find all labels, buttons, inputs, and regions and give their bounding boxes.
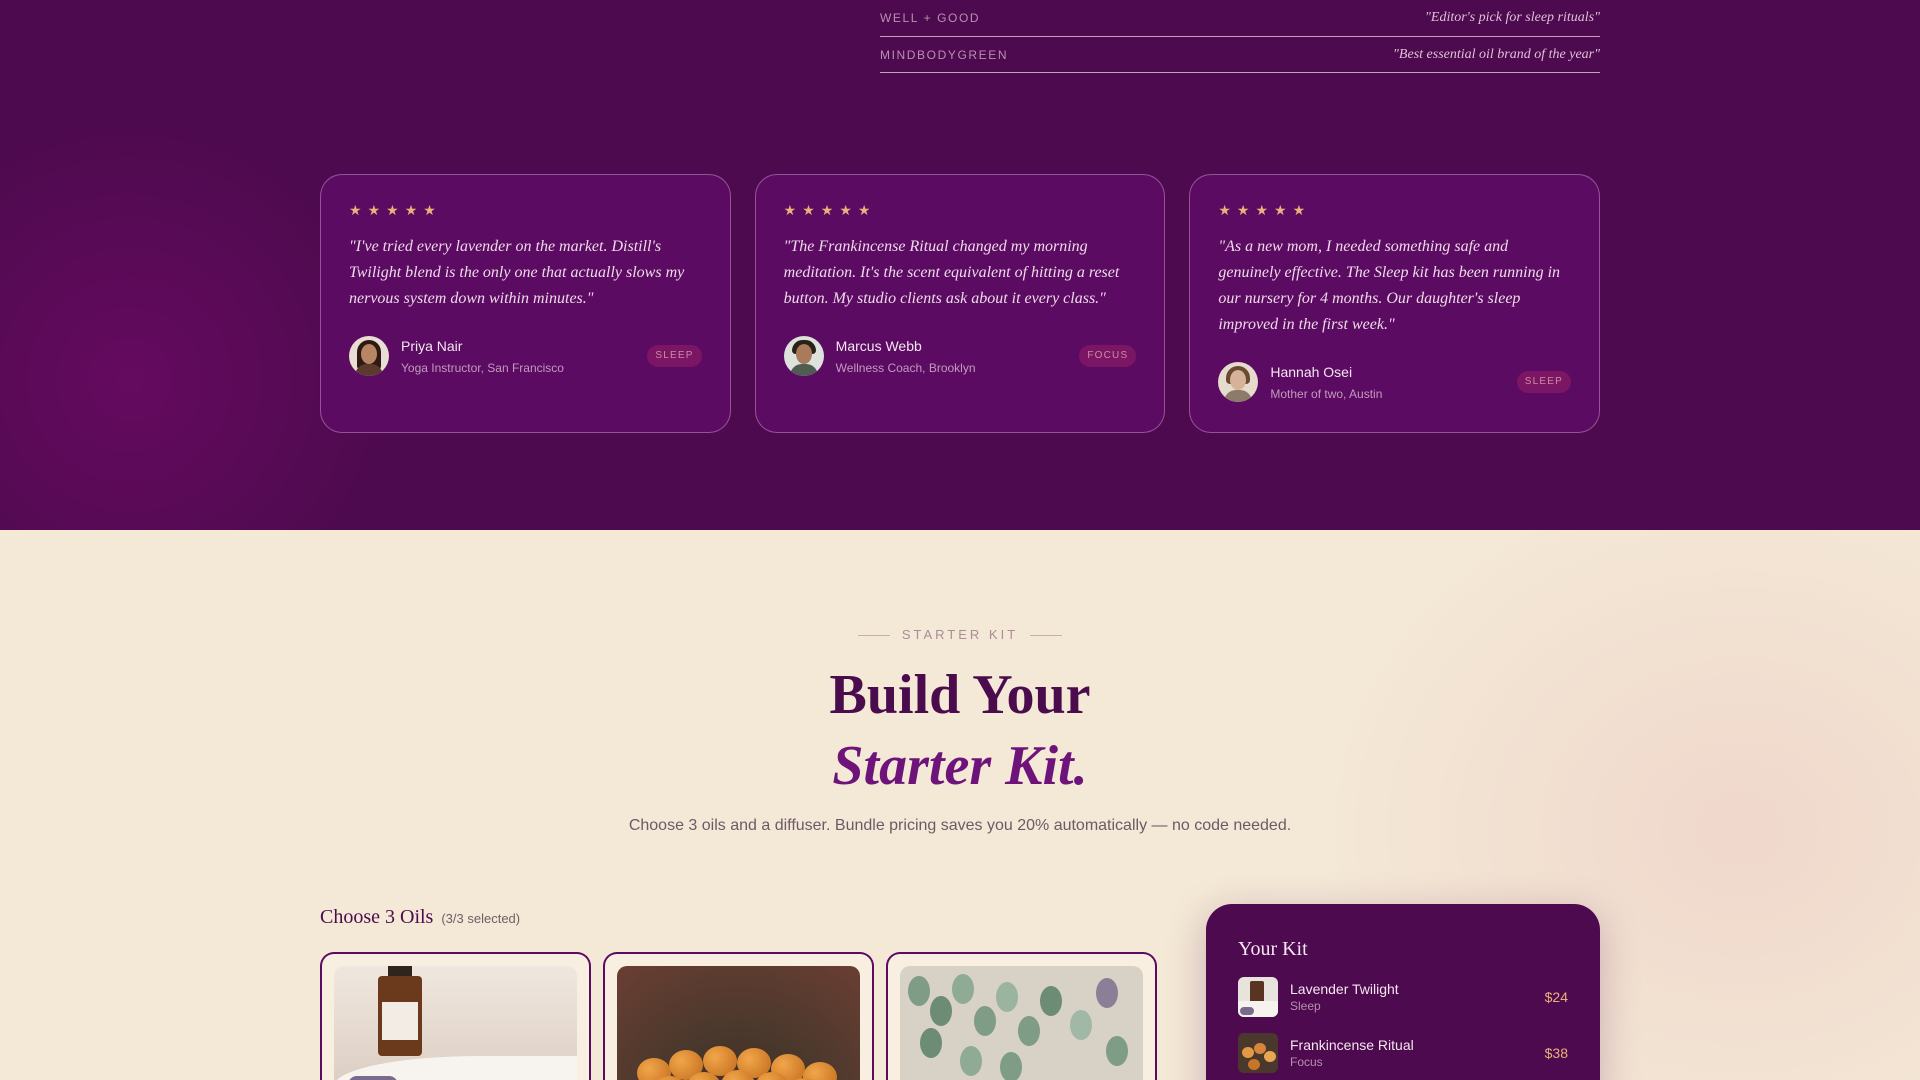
star-icon: ★ [1218,202,1231,218]
star-icon: ★ [1255,202,1269,218]
kit-title: Your Kit [1238,938,1308,960]
review-text: "The Frankincense Ritual changed my morn… [783,238,1120,307]
kit-item-name: Frankincense Ritual [1290,1037,1414,1053]
section-lede: Choose 3 oils and a diffuser. Bundle pri… [628,817,1292,834]
star-rating: ★ ★ ★ ★ ★ [349,202,702,218]
avatar [783,336,824,376]
kit-item-category: Focus [1290,1055,1323,1069]
star-icon: ★ [423,202,436,218]
avatar [1218,362,1259,402]
kit-item-name: Lavender Twilight [1290,981,1399,997]
star-icon: ★ [820,202,834,218]
oil-card-lavender[interactable] [320,952,591,1080]
reviewer-name: Hannah Osei [1270,363,1353,380]
kit-item: Frankincense Ritual Focus $38 [1238,1033,1568,1073]
reviewer-role: Yoga Instructor, San Francisco [401,360,564,375]
kit-item: Lavender Twilight Sleep $24 [1238,977,1568,1017]
divider [1030,635,1063,637]
oil-image [617,966,860,1080]
reviewer-role: Mother of two, Austin [1270,386,1383,401]
reviewer-name: Marcus Webb [835,337,922,354]
reviewer: Marcus Webb Wellness Coach, Brooklyn FOC… [783,336,1137,376]
star-rating: ★ ★ ★ ★ ★ [1218,202,1571,218]
kit-item-price: $38 [1544,1045,1568,1061]
oil-card-frankincense[interactable] [603,952,874,1080]
your-kit-panel: Your Kit Lavender Twilight Sleep $24 Fra… [1206,904,1600,1080]
kit-item-thumbnail [1238,1033,1278,1073]
category-tag: FOCUS [1079,345,1137,367]
star-icon: ★ [802,202,815,218]
press-source: WELL + GOOD [880,11,981,25]
starter-kit-section: STARTER KIT Build Your Starter Kit. Choo… [0,530,1920,1080]
press-list: WELL + GOOD "Editor's pick for sleep rit… [880,0,1600,73]
star-icon: ★ [386,202,399,218]
reviewer-role: Wellness Coach, Brooklyn [835,360,976,375]
kit-item-category: Sleep [1290,999,1321,1013]
press-quote: "Editor's pick for sleep rituals" [1425,10,1600,25]
section-eyebrow: STARTER KIT [0,627,1920,642]
review-cards: ★ ★ ★ ★ ★ "I've tried every lavender on the … [320,174,1601,433]
star-icon: ★ [839,202,852,218]
oil-image [900,966,1143,1080]
review-card: ★ ★ ★ ★ ★ "The Frankincense Ritual changed m… [754,174,1166,433]
review-card: ★ ★ ★ ★ ★ "As a new mom, I needed something … [1189,174,1601,433]
star-icon: ★ [783,202,797,218]
category-tag: SLEEP [1516,371,1572,393]
review-text: "As a new mom, I needed something safe a… [1218,238,1561,333]
star-icon: ★ [349,202,362,218]
oil-card-grid [320,952,1157,1080]
press-row: WELL + GOOD "Editor's pick for sleep rit… [880,0,1600,37]
selected-count: (3/3 selected) [441,911,521,926]
category-tag: SLEEP [647,345,702,367]
star-rating: ★ ★ ★ ★ ★ [784,202,1137,218]
choose-oils-header: Choose 3 Oils (3/3 selected) [320,906,520,929]
avatar [349,336,389,376]
kit-item-price: $24 [1544,989,1568,1005]
kit-item-thumbnail [1238,977,1278,1017]
star-icon: ★ [1236,202,1250,218]
press-source: MINDBODYGREEN [880,47,1009,62]
review-card: ★ ★ ★ ★ ★ "I've tried every lavender on the … [320,174,731,433]
review-text: "I've tried every lavender on the market… [349,238,685,307]
divider [857,635,890,637]
press-row: MINDBODYGREEN "Best essential oil brand … [880,37,1600,73]
section-heading: Build Your [829,664,1091,726]
star-icon: ★ [404,202,418,218]
oil-card-eucalyptus[interactable] [886,952,1157,1080]
eyebrow-text: STARTER KIT [901,627,1019,642]
star-icon: ★ [857,202,871,218]
section-heading-italic: Starter Kit. [832,735,1088,797]
star-icon: ★ [1274,202,1287,218]
oil-image [334,966,577,1080]
reviewer: Priya Nair Yoga Instructor, San Francisc… [349,336,702,376]
star-icon: ★ [367,202,381,218]
reviewer-name: Priya Nair [401,337,463,354]
star-icon: ★ [1292,202,1306,218]
press-quote: "Best essential oil brand of the year" [1393,46,1600,62]
choose-oils-title: Choose 3 Oils [320,906,434,928]
reviewer: Hannah Osei Mother of two, Austin SLEEP [1218,362,1572,402]
testimonials-section: WELL + GOOD "Editor's pick for sleep rit… [0,0,1920,530]
